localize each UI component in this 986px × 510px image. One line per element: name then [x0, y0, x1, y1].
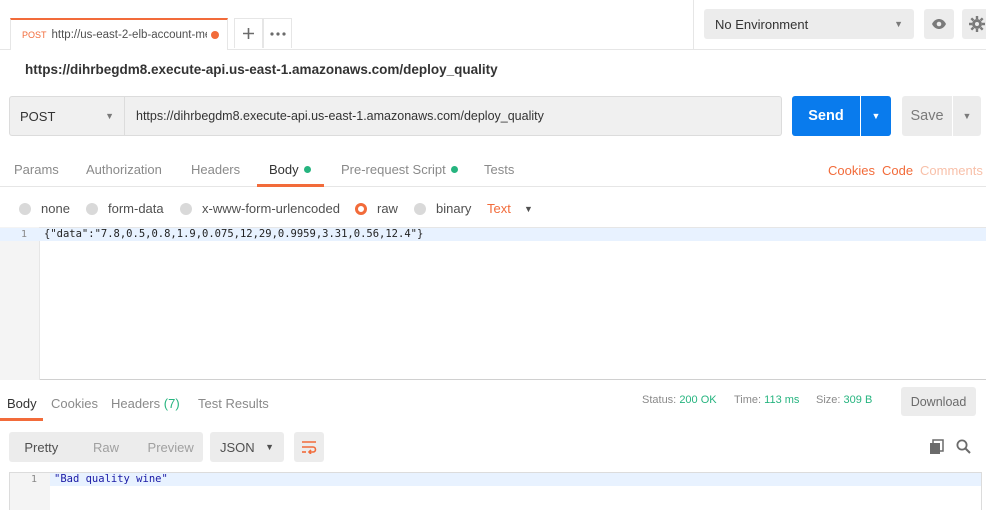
response-gutter [10, 473, 50, 510]
body-code-line[interactable]: {"data":"7.8,0.5,0.8,1.9,0.075,12,29,0.9… [44, 228, 423, 240]
active-response-tab-indicator [0, 418, 43, 421]
format-preview-button[interactable]: Preview [138, 432, 203, 462]
environment-quick-look-button[interactable] [924, 9, 954, 39]
tab-tests[interactable]: Tests [484, 162, 514, 177]
request-name: https://dihrbegdm8.execute-api.us-east-1… [25, 62, 498, 77]
body-type-binary-label: binary [436, 201, 472, 216]
response-tab-headers[interactable]: Headers (7) [111, 396, 180, 411]
method-value: POST [20, 108, 56, 124]
body-type-raw[interactable]: raw [355, 201, 398, 216]
tab-options-button[interactable] [263, 18, 292, 48]
response-tab-body[interactable]: Body [7, 396, 37, 411]
environment-value: No Environment [715, 16, 809, 32]
url-value: https://dihrbegdm8.execute-api.us-east-1… [136, 109, 544, 123]
code-link[interactable]: Code [882, 163, 913, 178]
body-type-form-data-label: form-data [108, 201, 164, 216]
radio-icon [19, 202, 31, 215]
response-language-value: JSON [220, 439, 255, 455]
request-tab-title: http://us-east-2-elb-account-me [51, 29, 207, 41]
size: Size: 309 B [816, 394, 872, 406]
response-tab-headers-label: Headers [111, 396, 161, 411]
wrap-lines-button[interactable] [294, 432, 324, 462]
tab-authorization[interactable]: Authorization [86, 162, 162, 177]
body-type-form-data[interactable]: form-data [86, 201, 164, 216]
download-button[interactable]: Download [901, 387, 976, 416]
time-label: Time: [734, 394, 762, 406]
tab-prerequest-script[interactable]: Pre-request Script [341, 162, 458, 177]
response-language-select[interactable]: JSON ▼ [210, 432, 284, 462]
status: Status: 200 OK [642, 394, 717, 406]
chevron-down-icon: ▼ [524, 204, 533, 214]
response-format-group: Pretty Raw Preview [9, 432, 203, 462]
save-options-button[interactable]: ▼ [953, 96, 981, 136]
save-button[interactable]: Save [902, 96, 952, 136]
url-input[interactable]: https://dihrbegdm8.execute-api.us-east-1… [125, 96, 782, 136]
environment-select[interactable]: No Environment ▼ [704, 9, 914, 39]
size-value: 309 B [843, 394, 873, 406]
chevron-down-icon: ▼ [894, 19, 903, 29]
status-label: Status: [642, 394, 677, 406]
chevron-down-icon: ▼ [962, 111, 972, 121]
body-type-none-label: none [41, 201, 70, 216]
body-type-urlencoded-label: x-www-form-urlencoded [202, 201, 340, 216]
search-response-button[interactable] [956, 439, 974, 455]
copy-icon [930, 439, 944, 454]
raw-type-select[interactable]: Text [487, 201, 511, 216]
line-number: 1 [21, 229, 28, 240]
send-options-button[interactable]: ▼ [861, 96, 891, 136]
search-icon [956, 439, 971, 454]
method-select[interactable]: POST ▼ [9, 96, 125, 136]
plus-icon [243, 28, 254, 39]
eye-icon [932, 19, 946, 29]
divider [693, 0, 694, 50]
unsaved-dot-icon [211, 31, 219, 39]
manage-environments-button[interactable] [962, 9, 986, 39]
active-indicator-dot-icon [450, 166, 458, 174]
editor-gutter [0, 227, 40, 380]
radio-selected-icon [355, 202, 367, 215]
active-line-highlight [50, 473, 981, 486]
time-value: 113 ms [764, 394, 800, 406]
body-type-none[interactable]: none [19, 201, 70, 216]
chevron-down-icon: ▼ [871, 111, 881, 121]
size-label: Size: [816, 394, 841, 406]
send-button[interactable]: Send [792, 96, 860, 136]
active-indicator-dot-icon [303, 166, 311, 174]
request-tab[interactable]: POST http://us-east-2-elb-account-me [10, 18, 228, 50]
active-tab-indicator [257, 184, 324, 187]
format-pretty-button[interactable]: Pretty [9, 432, 74, 462]
response-tab-test-results[interactable]: Test Results [198, 396, 269, 411]
tab-params[interactable]: Params [14, 162, 59, 177]
radio-icon [180, 202, 192, 215]
headers-count: (7) [163, 396, 180, 411]
chevron-down-icon: ▼ [265, 442, 274, 452]
tab-headers[interactable]: Headers [191, 162, 240, 177]
radio-icon [86, 202, 98, 215]
response-tab-cookies[interactable]: Cookies [51, 396, 98, 411]
copy-response-button[interactable] [929, 439, 947, 455]
wrap-lines-icon [302, 441, 317, 454]
body-editor[interactable] [0, 227, 986, 380]
body-type-raw-label: raw [377, 201, 398, 216]
body-type-urlencoded[interactable]: x-www-form-urlencoded [180, 201, 340, 216]
format-raw-button[interactable]: Raw [74, 432, 139, 462]
status-value: 200 OK [679, 394, 717, 406]
more-horizontal-icon [269, 31, 286, 36]
body-type-binary[interactable]: binary [414, 201, 471, 216]
time: Time: 113 ms [734, 394, 799, 406]
request-tab-method: POST [22, 30, 47, 40]
gear-icon [969, 16, 985, 32]
tab-body-label: Body [269, 162, 299, 177]
chevron-down-icon: ▼ [105, 111, 114, 121]
tab-prerequest-label: Pre-request Script [341, 162, 446, 177]
cookies-link[interactable]: Cookies [828, 163, 875, 178]
new-tab-button[interactable] [234, 18, 263, 48]
comments-link[interactable]: Comments [920, 163, 983, 178]
line-number: 1 [31, 474, 38, 485]
radio-icon [414, 202, 426, 215]
response-body-line[interactable]: "Bad quality wine" [54, 473, 168, 485]
tab-body[interactable]: Body [269, 162, 311, 177]
